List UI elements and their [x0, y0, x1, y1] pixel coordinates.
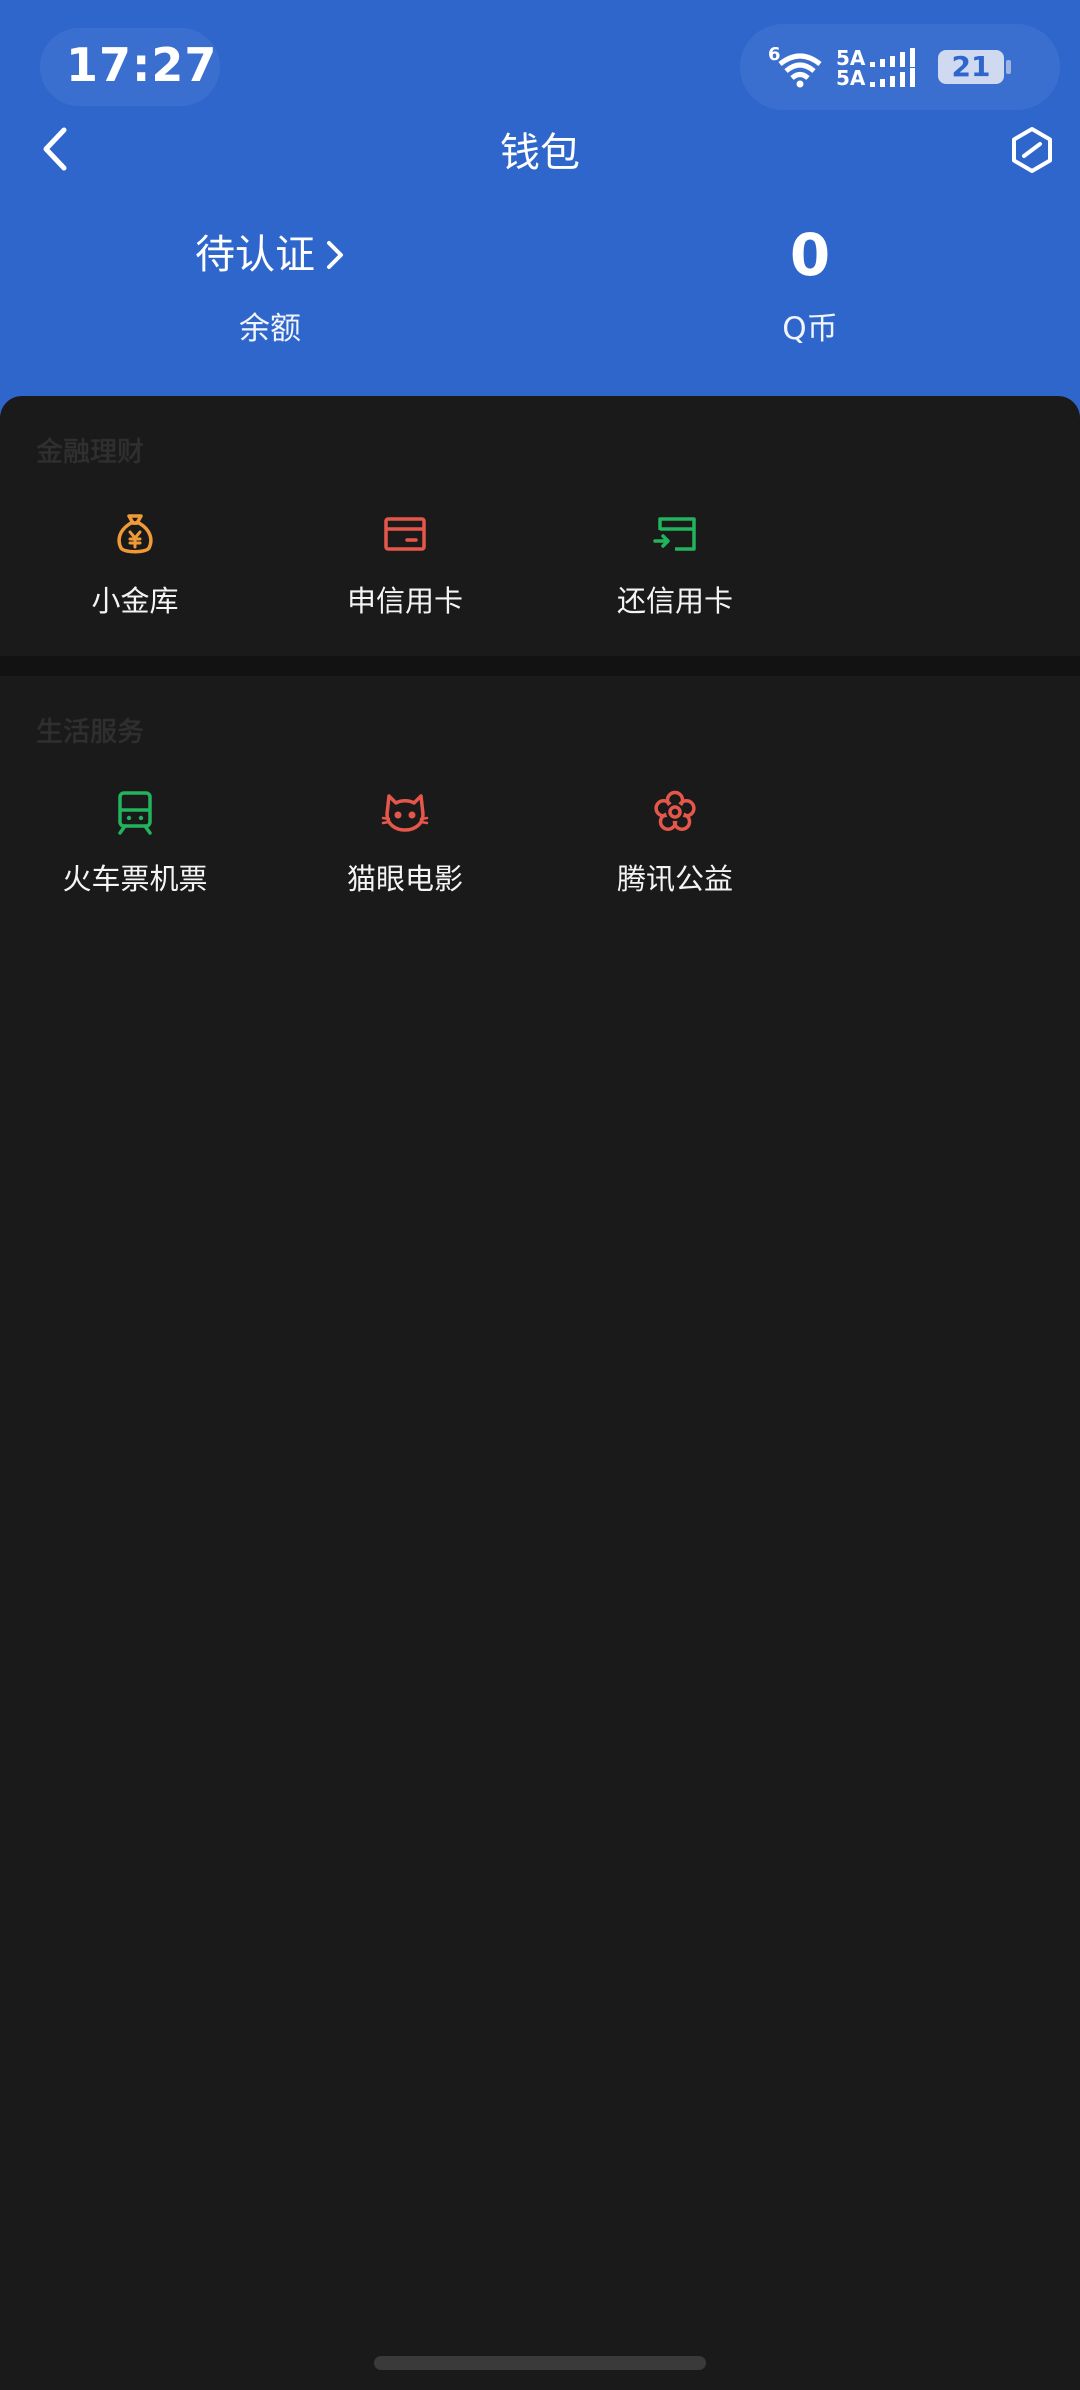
qcoin-label: Q币: [782, 311, 838, 347]
balance-stat[interactable]: 待认证 余额: [70, 225, 470, 348]
card-repay-icon: [653, 517, 696, 551]
wifi-icon: 6: [768, 44, 822, 88]
sim1-label: 5A: [836, 46, 866, 70]
train-icon: [118, 791, 152, 835]
tile-label: 腾讯公益: [616, 862, 733, 896]
tile-apply-credit-card[interactable]: 申信用卡: [270, 510, 540, 670]
tile-label: 申信用卡: [346, 584, 463, 618]
chevron-right-icon: [327, 241, 343, 269]
section-title-finance: 金融理财: [36, 437, 144, 468]
back-button[interactable]: [36, 124, 76, 174]
sim2-signal-icon: [870, 68, 915, 87]
tile-label: 还信用卡: [616, 584, 733, 618]
status-time: 17:27: [66, 38, 218, 92]
tile-maoyan-movie[interactable]: 猫眼电影: [270, 788, 540, 948]
home-indicator[interactable]: [374, 2356, 706, 2370]
section-divider: [0, 656, 1080, 676]
page-title: 钱包: [500, 130, 580, 176]
sim2-label: 5A: [836, 66, 866, 90]
tile-tencent-charity[interactable]: 腾讯公益: [540, 788, 810, 948]
wallet-header: 17:27 6 5A 5A 21 钱包 待认证 余额 0 Q币: [0, 0, 1080, 420]
balance-value[interactable]: 待认证: [195, 225, 345, 285]
tile-train-flight-tickets[interactable]: 火车票机票: [0, 788, 270, 948]
flower-icon: [654, 790, 696, 831]
sim1-signal-icon: [870, 48, 915, 67]
credit-card-icon: [384, 517, 426, 551]
network-type-label: 6: [768, 44, 781, 65]
tile-xiaojinku[interactable]: 小金库: [0, 510, 270, 670]
section-title-life-services: 生活服务: [36, 717, 144, 748]
settings-button[interactable]: [1010, 126, 1054, 174]
battery-icon: 21: [938, 50, 1004, 84]
tile-label: 小金库: [91, 584, 179, 618]
money-bag-icon: [117, 514, 153, 554]
services-panel: [0, 396, 1080, 2390]
balance-label: 余额: [239, 311, 301, 347]
cat-face-icon: [381, 794, 429, 832]
balance-status-text: 待认证: [195, 232, 315, 278]
tile-repay-credit-card[interactable]: 还信用卡: [540, 510, 810, 670]
qcoin-value: 0: [789, 221, 831, 289]
status-bar: 17:27 6 5A 5A 21: [0, 0, 1080, 130]
tile-label: 猫眼电影: [346, 862, 463, 896]
qcoin-stat[interactable]: 0 Q币: [610, 225, 1010, 348]
tile-label: 火车票机票: [62, 862, 208, 896]
battery-tip: [1006, 60, 1011, 74]
